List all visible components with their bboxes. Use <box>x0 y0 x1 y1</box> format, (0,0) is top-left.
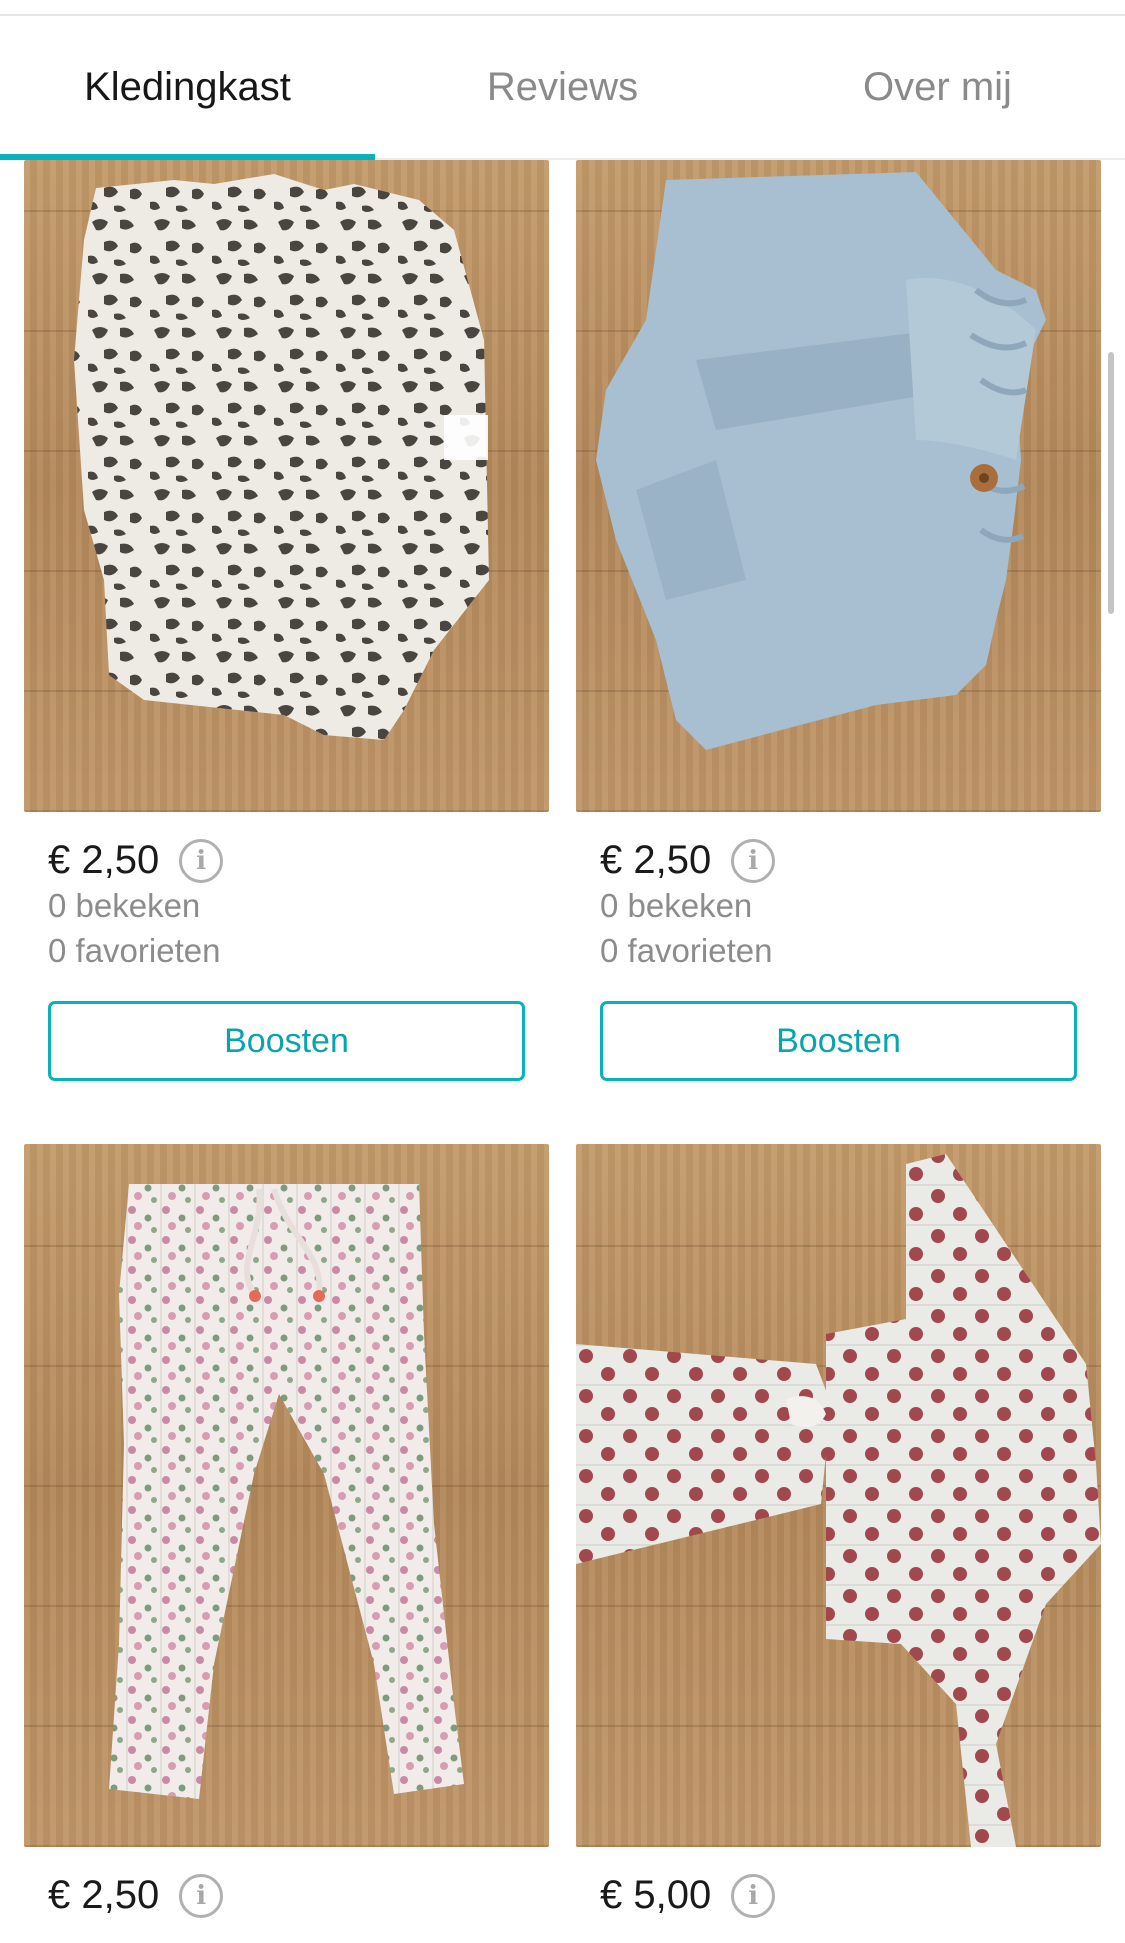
price-row: € 5,00 i <box>576 1873 1101 1918</box>
info-circle-icon[interactable]: i <box>179 1873 224 1918</box>
item-views: 0 bekeken <box>48 887 201 924</box>
boost-button[interactable]: Boosten <box>600 1001 1077 1081</box>
item-card[interactable]: € 5,00 i <box>576 1144 1101 1918</box>
item-price: € 2,50 <box>600 838 712 882</box>
leopard-shirt-image <box>74 174 489 740</box>
scrollbar[interactable] <box>1108 352 1114 614</box>
profile-tabs: Kledingkast Reviews Over mij <box>0 16 1125 160</box>
item-card[interactable]: € 2,50 i <box>24 1144 549 1918</box>
dotted-outfit-image <box>576 1154 1101 1847</box>
info-circle-icon[interactable]: i <box>179 838 224 883</box>
tab-kledingkast[interactable]: Kledingkast <box>0 16 375 160</box>
item-photo[interactable] <box>24 1144 549 1847</box>
price-row: € 2,50 i <box>24 838 549 883</box>
item-price: € 2,50 <box>48 1873 160 1917</box>
tab-over-mij[interactable]: Over mij <box>750 16 1125 158</box>
item-photo[interactable] <box>24 160 549 812</box>
info-circle-icon[interactable]: i <box>731 1873 776 1918</box>
floral-leggings-image <box>109 1184 464 1799</box>
item-card[interactable]: € 2,50 i 0 bekeken 0 favorieten Boosten <box>576 160 1101 1081</box>
denim-shorts-image <box>596 172 1046 750</box>
price-row: € 2,50 i <box>24 1873 549 1918</box>
item-photo[interactable] <box>576 1144 1101 1847</box>
item-favorites: 0 favorieten <box>48 932 221 969</box>
price-row: € 2,50 i <box>576 838 1101 883</box>
tab-reviews[interactable]: Reviews <box>375 16 750 158</box>
item-favorites: 0 favorieten <box>600 932 773 969</box>
item-photo[interactable] <box>576 160 1101 812</box>
item-price: € 2,50 <box>48 838 160 882</box>
boost-button[interactable]: Boosten <box>48 1001 525 1081</box>
info-circle-icon[interactable]: i <box>731 838 776 883</box>
item-price: € 5,00 <box>600 1873 712 1917</box>
item-card[interactable]: € 2,50 i 0 bekeken 0 favorieten Boosten <box>24 160 549 1081</box>
item-views: 0 bekeken <box>600 887 753 924</box>
